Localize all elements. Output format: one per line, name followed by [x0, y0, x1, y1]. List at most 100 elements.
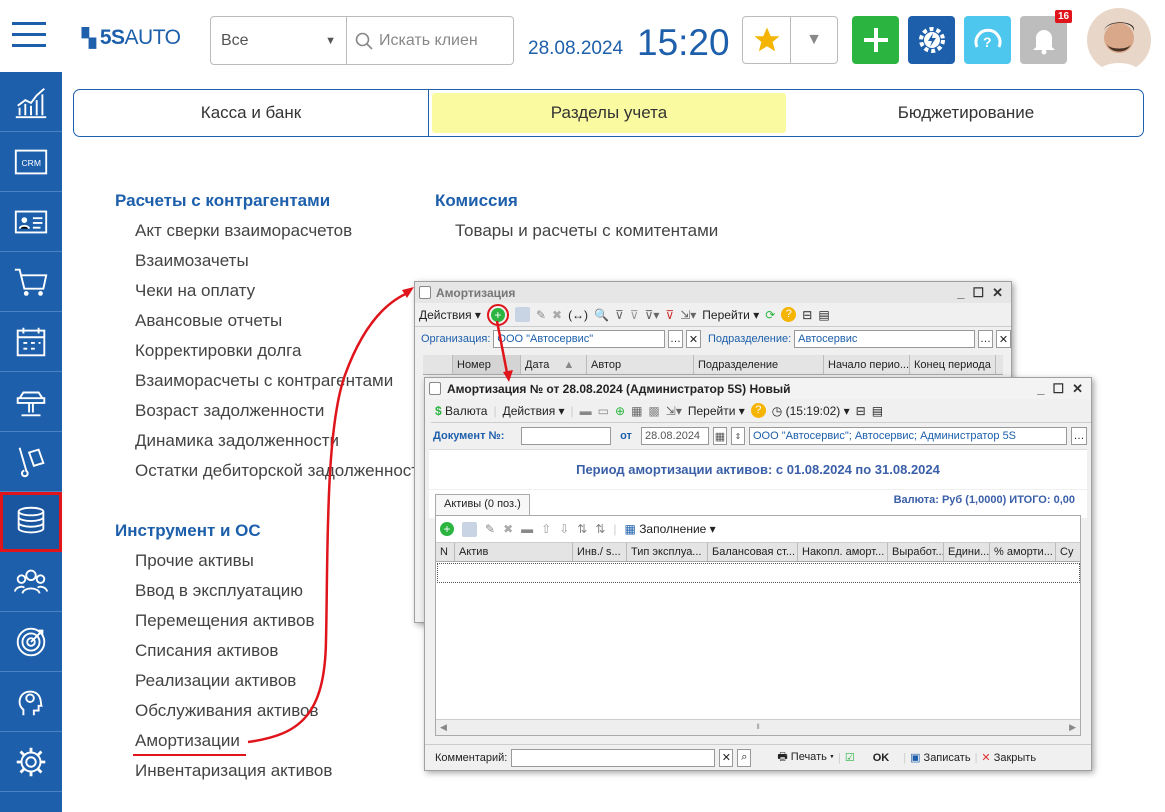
- scroll-right-icon[interactable]: ▶: [1069, 722, 1076, 733]
- sidebar-item-calendar[interactable]: [0, 312, 62, 372]
- link-asset-inventory[interactable]: Инвентаризация активов: [135, 761, 332, 781]
- doc-settings-icon[interactable]: ▤: [872, 404, 883, 418]
- post-icon[interactable]: ▭: [598, 404, 609, 418]
- link-consignor-goods[interactable]: Товары и расчеты с комитентами: [455, 221, 718, 241]
- help-icon[interactable]: ?: [750, 403, 766, 418]
- maximize-icon[interactable]: ☐: [1052, 381, 1064, 397]
- fill-button[interactable]: ▦ Заполнение ▾: [625, 522, 716, 536]
- org-select-button[interactable]: …: [668, 330, 683, 348]
- col-accum-depreciation[interactable]: Накопл. аморт...: [798, 543, 888, 561]
- col-date[interactable]: Дата ▲: [521, 355, 587, 374]
- dept-clear-button[interactable]: ✕: [996, 330, 1011, 348]
- org-clear-button[interactable]: ✕: [686, 330, 701, 348]
- delete-icon[interactable]: ✖: [552, 308, 562, 322]
- col-period-start[interactable]: Начало перио...: [824, 355, 910, 374]
- ok-button[interactable]: OK: [873, 752, 890, 764]
- sidebar-item-settings[interactable]: [0, 732, 62, 792]
- sidebar-item-support[interactable]: [0, 672, 62, 732]
- search-filter-select[interactable]: Все ▼: [211, 17, 347, 64]
- avatar[interactable]: [1087, 8, 1151, 72]
- col-inv-number[interactable]: Инв./ s...: [573, 543, 627, 561]
- minimize-icon[interactable]: _: [957, 285, 964, 301]
- list-settings-icon[interactable]: ▤: [818, 308, 829, 322]
- time-button[interactable]: ◷ (15:19:02) ▾: [772, 404, 850, 418]
- post-icon[interactable]: (↔): [568, 308, 588, 322]
- link-asset-maintenance[interactable]: Обслуживания активов: [135, 701, 319, 721]
- col-sum[interactable]: Су: [1056, 543, 1076, 561]
- structure-icon[interactable]: ⊟: [802, 308, 812, 322]
- close-icon[interactable]: ✕: [992, 285, 1003, 301]
- link-reconciliation-act[interactable]: Акт сверки взаиморасчетов: [135, 221, 352, 241]
- comment-clear-button[interactable]: ✕: [719, 748, 734, 767]
- link-commissioning[interactable]: Ввод в эксплуатацию: [135, 581, 303, 601]
- col-usage-type[interactable]: Тип эксплуа...: [627, 543, 708, 561]
- scroll-handle[interactable]: ⦀: [756, 724, 759, 732]
- comment-field[interactable]: [511, 748, 716, 767]
- sidebar-item-marketing[interactable]: [0, 612, 62, 672]
- tab-accounting-sections[interactable]: Разделы учета: [432, 93, 786, 133]
- doc-goto-menu[interactable]: Перейти ▾: [688, 404, 745, 418]
- edit-icon[interactable]: ✎: [536, 308, 546, 322]
- horizontal-scrollbar[interactable]: ◀ ⦀ ▶: [436, 719, 1080, 735]
- dept-field[interactable]: Автосервис: [794, 330, 976, 348]
- link-advance-reports[interactable]: Авансовые отчеты: [135, 311, 282, 331]
- doc-date-field[interactable]: 28.08.2024: [641, 427, 709, 445]
- list-goto-menu[interactable]: Перейти ▾: [702, 308, 759, 322]
- filter-clear-icon[interactable]: ⊽: [630, 308, 639, 322]
- find-icon[interactable]: 🔍: [594, 308, 609, 322]
- sidebar-item-warehouse[interactable]: [0, 432, 62, 492]
- sidebar-item-finance[interactable]: [0, 492, 62, 552]
- tab-budgeting[interactable]: Бюджетирование: [789, 90, 1143, 136]
- filter-remove-icon[interactable]: ⊽: [665, 308, 674, 322]
- col-asset[interactable]: Актив: [455, 543, 573, 561]
- link-asset-transfers[interactable]: Перемещения активов: [135, 611, 314, 631]
- help-icon[interactable]: ?: [781, 307, 797, 322]
- list-actions-menu[interactable]: Действия ▾: [419, 308, 481, 322]
- move-up-icon[interactable]: ⇧: [541, 522, 551, 536]
- link-other-assets[interactable]: Прочие активы: [135, 551, 254, 571]
- col-depreciation-pct[interactable]: % аморти...: [990, 543, 1056, 561]
- comment-search-button[interactable]: ⌕: [737, 748, 752, 767]
- link-debt-age[interactable]: Возраст задолженности: [135, 401, 324, 421]
- add-circle-icon[interactable]: +: [440, 522, 454, 536]
- filter-list-icon[interactable]: ⊽▾: [645, 308, 660, 322]
- copy-icon[interactable]: [462, 521, 477, 537]
- link-payment-checks[interactable]: Чеки на оплату: [135, 281, 255, 301]
- assets-new-row[interactable]: [437, 563, 1080, 583]
- col-period-end[interactable]: Конец периода: [910, 355, 996, 374]
- sidebar-item-service[interactable]: [0, 372, 62, 432]
- link-receivables-balance[interactable]: Остатки дебиторской задолженности: [135, 461, 429, 481]
- filter-icon[interactable]: ⊽: [615, 308, 624, 322]
- sort-desc-icon[interactable]: ⇅: [595, 522, 605, 536]
- tab-cash-bank[interactable]: Касса и банк: [74, 90, 429, 136]
- link-asset-writeoffs[interactable]: Списания активов: [135, 641, 278, 661]
- date-spinner[interactable]: ⇕: [731, 427, 745, 445]
- minimize-icon[interactable]: _: [1037, 381, 1044, 397]
- link-offsets[interactable]: Взаимозачеты: [135, 251, 249, 271]
- doc-org-field[interactable]: ООО "Автосервис"; Автосервис; Администра…: [749, 427, 1067, 445]
- delete-icon[interactable]: ✖: [503, 522, 513, 536]
- col-output[interactable]: Выработ...: [888, 543, 944, 561]
- currency-button[interactable]: $ Валюта: [435, 404, 487, 418]
- sidebar-item-contacts[interactable]: [0, 192, 62, 252]
- sidebar-item-sales[interactable]: [0, 252, 62, 312]
- help-button[interactable]: ?: [964, 16, 1011, 64]
- link-asset-sales[interactable]: Реализации активов: [135, 671, 296, 691]
- doc-number-field[interactable]: [521, 427, 611, 445]
- maximize-icon[interactable]: ☐: [972, 285, 984, 301]
- write-button[interactable]: ▣ Записать: [910, 751, 970, 764]
- hierarchy-icon[interactable]: ⊟: [856, 404, 866, 418]
- structure-icon[interactable]: ▩: [648, 404, 659, 418]
- close-button[interactable]: ✕ Закрыть: [981, 751, 1036, 764]
- post-check-icon[interactable]: ☑: [845, 751, 855, 764]
- link-debt-dynamics[interactable]: Динамика задолженности: [135, 431, 339, 451]
- export-icon[interactable]: ⇲▾: [680, 308, 696, 322]
- col-n[interactable]: N: [436, 543, 455, 561]
- sort-asc-icon[interactable]: ⇅: [577, 522, 587, 536]
- tab-assets[interactable]: Активы (0 поз.): [435, 494, 530, 516]
- org-field[interactable]: ООО "Автосервис": [493, 330, 666, 348]
- edit-icon[interactable]: ✎: [485, 522, 495, 536]
- favorites-dropdown[interactable]: ▼: [791, 17, 837, 63]
- sidebar-item-crm[interactable]: CRM: [0, 132, 62, 192]
- search-input[interactable]: Искать клиен: [347, 17, 513, 64]
